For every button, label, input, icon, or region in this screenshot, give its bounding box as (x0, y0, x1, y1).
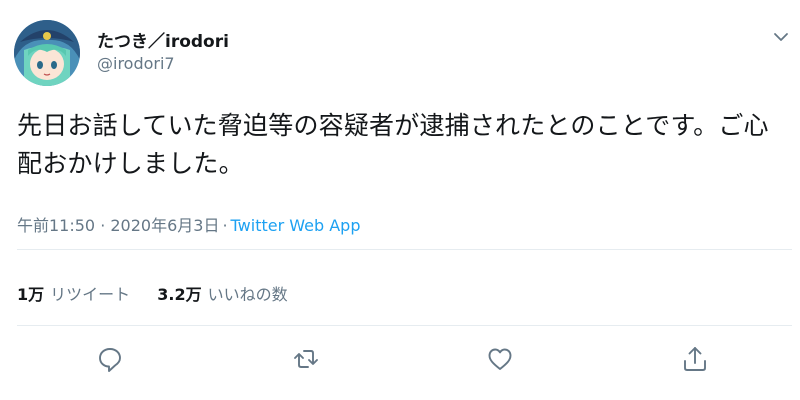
retweet-count-link[interactable]: 1万 リツイート (17, 281, 130, 305)
reply-icon (99, 348, 121, 372)
like-button[interactable] (485, 344, 515, 374)
retweet-label: リツイート (50, 285, 131, 304)
retweet-button[interactable] (291, 344, 321, 374)
divider (17, 325, 792, 326)
timestamp[interactable]: 午前11:50 · 2020年6月3日 (17, 216, 219, 235)
retweet-icon (294, 350, 318, 368)
avatar[interactable] (14, 20, 80, 86)
tweet-card: たつき／irodori @irodori7 先日お話していた脅迫等の容疑者が逮捕… (0, 0, 800, 400)
like-label: いいねの数 (207, 285, 288, 304)
share-button[interactable] (680, 344, 710, 374)
chevron-down-icon[interactable] (770, 26, 792, 48)
like-icon (488, 348, 512, 370)
reply-button[interactable] (95, 344, 125, 374)
meta-separator: · (222, 216, 228, 235)
like-count: 3.2万 (157, 285, 202, 304)
share-icon (684, 347, 706, 371)
retweet-count: 1万 (17, 285, 45, 304)
display-name[interactable]: たつき／irodori (97, 27, 229, 52)
source-link[interactable]: Twitter Web App (231, 216, 361, 235)
like-count-link[interactable]: 3.2万 いいねの数 (157, 281, 287, 305)
divider (17, 249, 792, 250)
tweet-meta: 午前11:50 · 2020年6月3日 · Twitter Web App (17, 212, 360, 236)
tweet-stats: 1万 リツイート 3.2万 いいねの数 (17, 281, 310, 305)
tweet-text: 先日お話していた脅迫等の容疑者が逮捕されたとのことです。ご心配おかけしました。 (17, 111, 769, 178)
user-handle[interactable]: @irodori7 (97, 54, 175, 73)
